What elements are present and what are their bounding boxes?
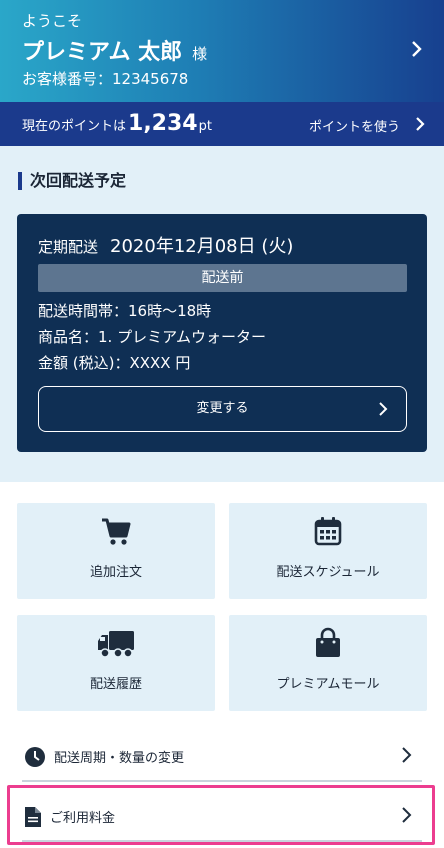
use-points-link[interactable]: ポイントを使う [309, 116, 400, 135]
change-delivery-button[interactable]: 変更する [38, 386, 407, 432]
points-bar: 現在のポイントは 1,234 pt ポイントを使う [0, 102, 444, 146]
status-badge: 配送前 [38, 264, 407, 292]
delivery-card: 定期配送 2020年12月08日 (火) 配送前 配送時間帯：16時～18時 商… [17, 214, 427, 452]
divider [22, 780, 422, 782]
additional-order-tile[interactable]: 追加注文 [17, 503, 215, 599]
chevron-right-icon [379, 402, 388, 416]
points-value: 1,234 [128, 111, 198, 136]
change-delivery-cycle-row[interactable]: 配送周期・数量の変更 [16, 730, 426, 782]
user-name: プレミアム 太郎 [22, 40, 183, 65]
delivery-amount: 金額 (税込)：XXXX 円 [38, 354, 191, 372]
premium-mall-tile[interactable]: プレミアムモール [229, 615, 427, 711]
delivery-date: 2020年12月08日 (火) [110, 236, 294, 257]
delivery-history-tile[interactable]: 配送履歴 [17, 615, 215, 711]
honorific: 様 [192, 45, 208, 63]
highlight-frame [7, 785, 435, 845]
clock-icon [25, 747, 45, 767]
delivery-time-slot: 配送時間帯：16時～18時 [38, 302, 212, 320]
delivery-date-row: 定期配送 2020年12月08日 (火) [38, 232, 293, 258]
shopping-bag-icon [316, 627, 340, 657]
chevron-right-icon [412, 41, 422, 57]
chevron-right-icon[interactable] [412, 116, 428, 132]
truck-icon [98, 631, 134, 658]
section-title: 次回配送予定 [18, 172, 126, 190]
change-button-label: 変更する [196, 401, 249, 416]
tile-label: プレミアムモール [276, 677, 380, 692]
customer-number: お客様番号：12345678 [22, 70, 189, 88]
profile-header[interactable]: ようこそ プレミアム 太郎 様 お客様番号：12345678 [0, 0, 444, 102]
cart-icon [102, 518, 131, 545]
delivery-type-label: 定期配送 [38, 238, 99, 256]
user-name-row: プレミアム 太郎 様 [22, 34, 207, 66]
points-unit: pt [198, 119, 212, 134]
welcome-text: ようこそ [22, 12, 83, 30]
row-label: 配送周期・数量の変更 [54, 751, 185, 766]
next-delivery-section: 次回配送予定 定期配送 2020年12月08日 (火) 配送前 配送時間帯：16… [0, 146, 444, 482]
delivery-product: 商品名：1. プレミアムウォーター [38, 328, 267, 346]
tile-label: 配送履歴 [89, 677, 142, 692]
delivery-schedule-tile[interactable]: 配送スケジュール [229, 503, 427, 599]
calendar-icon [314, 517, 342, 546]
points-label: 現在のポイントは [22, 119, 127, 134]
points-summary: 現在のポイントは 1,234 pt [22, 111, 212, 136]
tile-label: 配送スケジュール [276, 565, 380, 580]
chevron-right-icon [402, 747, 412, 763]
tile-label: 追加注文 [89, 565, 142, 580]
